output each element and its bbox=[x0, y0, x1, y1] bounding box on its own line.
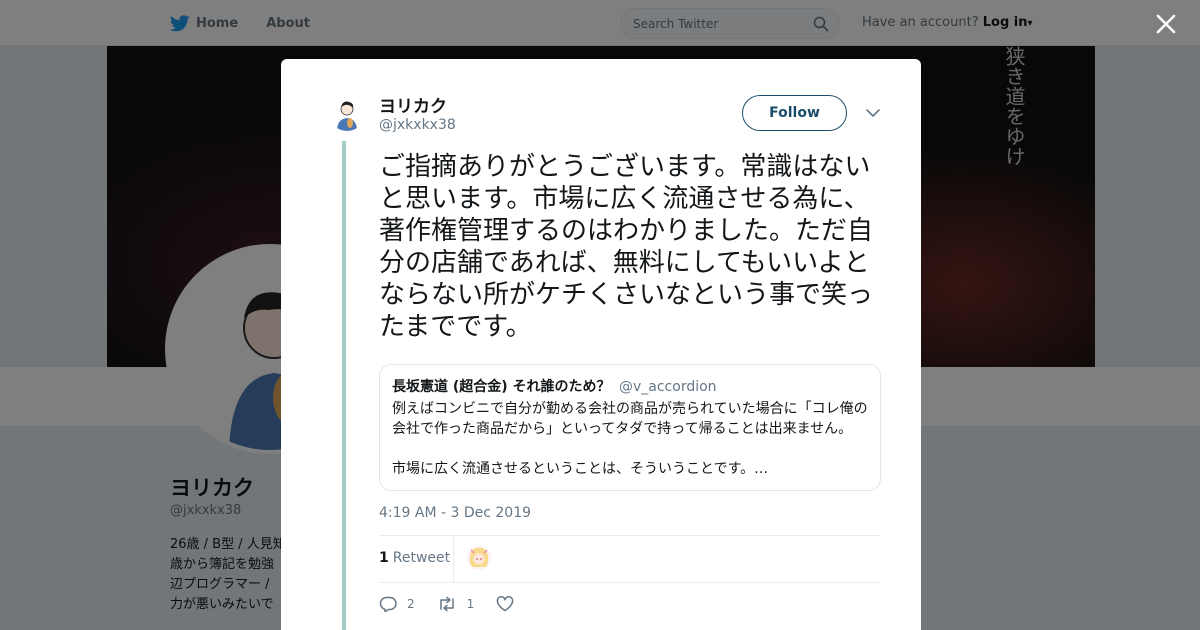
tweet-actions: 2 1 bbox=[379, 593, 679, 615]
tweet-text: ご指摘ありがとうございます。常識はないと思います。市場に広く流通させる為に、著作… bbox=[379, 152, 874, 342]
retweet-count: 1 bbox=[379, 550, 389, 566]
quoted-tweet-text: 例えばコンビニで自分が勤める会社の商品が売られていた場合に「コレ俺の会社で作った… bbox=[392, 401, 868, 477]
retweet-action[interactable]: 1 bbox=[437, 596, 475, 612]
retweet-icon bbox=[439, 596, 454, 612]
author-avatar[interactable] bbox=[329, 95, 365, 131]
tweet-timestamp[interactable]: 4:19 AM - 3 Dec 2019 bbox=[379, 505, 531, 521]
retweeter-avatar-illustration bbox=[467, 546, 491, 570]
retweeter-avatar[interactable] bbox=[467, 546, 491, 570]
quoted-tweet[interactable]: 長坂憲道 (超合金) それ誰のため？ @v_accordion 例えばコンビニで… bbox=[379, 364, 881, 491]
retweet-action-count: 1 bbox=[466, 597, 475, 611]
tweet-modal: ヨリカク @jxkxkx38 Follow ご指摘ありがとうございます。常識はな… bbox=[281, 59, 921, 630]
retweet-stat-label: Retweet bbox=[392, 550, 451, 566]
quoted-author-handle: @v_accordion bbox=[619, 379, 717, 395]
reply-action[interactable]: 2 bbox=[379, 596, 415, 612]
retweet-stat[interactable]: 1 Retweet bbox=[379, 550, 450, 566]
author-avatar-illustration bbox=[329, 95, 365, 131]
chevron-down-icon[interactable] bbox=[865, 107, 881, 119]
author-handle[interactable]: @jxkxkx38 bbox=[379, 117, 456, 133]
like-action[interactable] bbox=[496, 596, 524, 612]
reply-icon bbox=[379, 596, 397, 612]
heart-icon bbox=[497, 596, 514, 612]
thread-line bbox=[342, 141, 346, 630]
tweet-stats: 1 Retweet bbox=[379, 535, 881, 583]
reply-count: 2 bbox=[407, 597, 415, 611]
quoted-tweet-header: 長坂憲道 (超合金) それ誰のため？ @v_accordion bbox=[392, 378, 868, 396]
stats-divider bbox=[453, 536, 454, 583]
author-name[interactable]: ヨリカク bbox=[379, 92, 447, 117]
close-icon[interactable] bbox=[1155, 13, 1177, 35]
follow-button[interactable]: Follow bbox=[742, 95, 847, 131]
quoted-author-name: 長坂憲道 (超合金) それ誰のため？ bbox=[392, 379, 611, 395]
